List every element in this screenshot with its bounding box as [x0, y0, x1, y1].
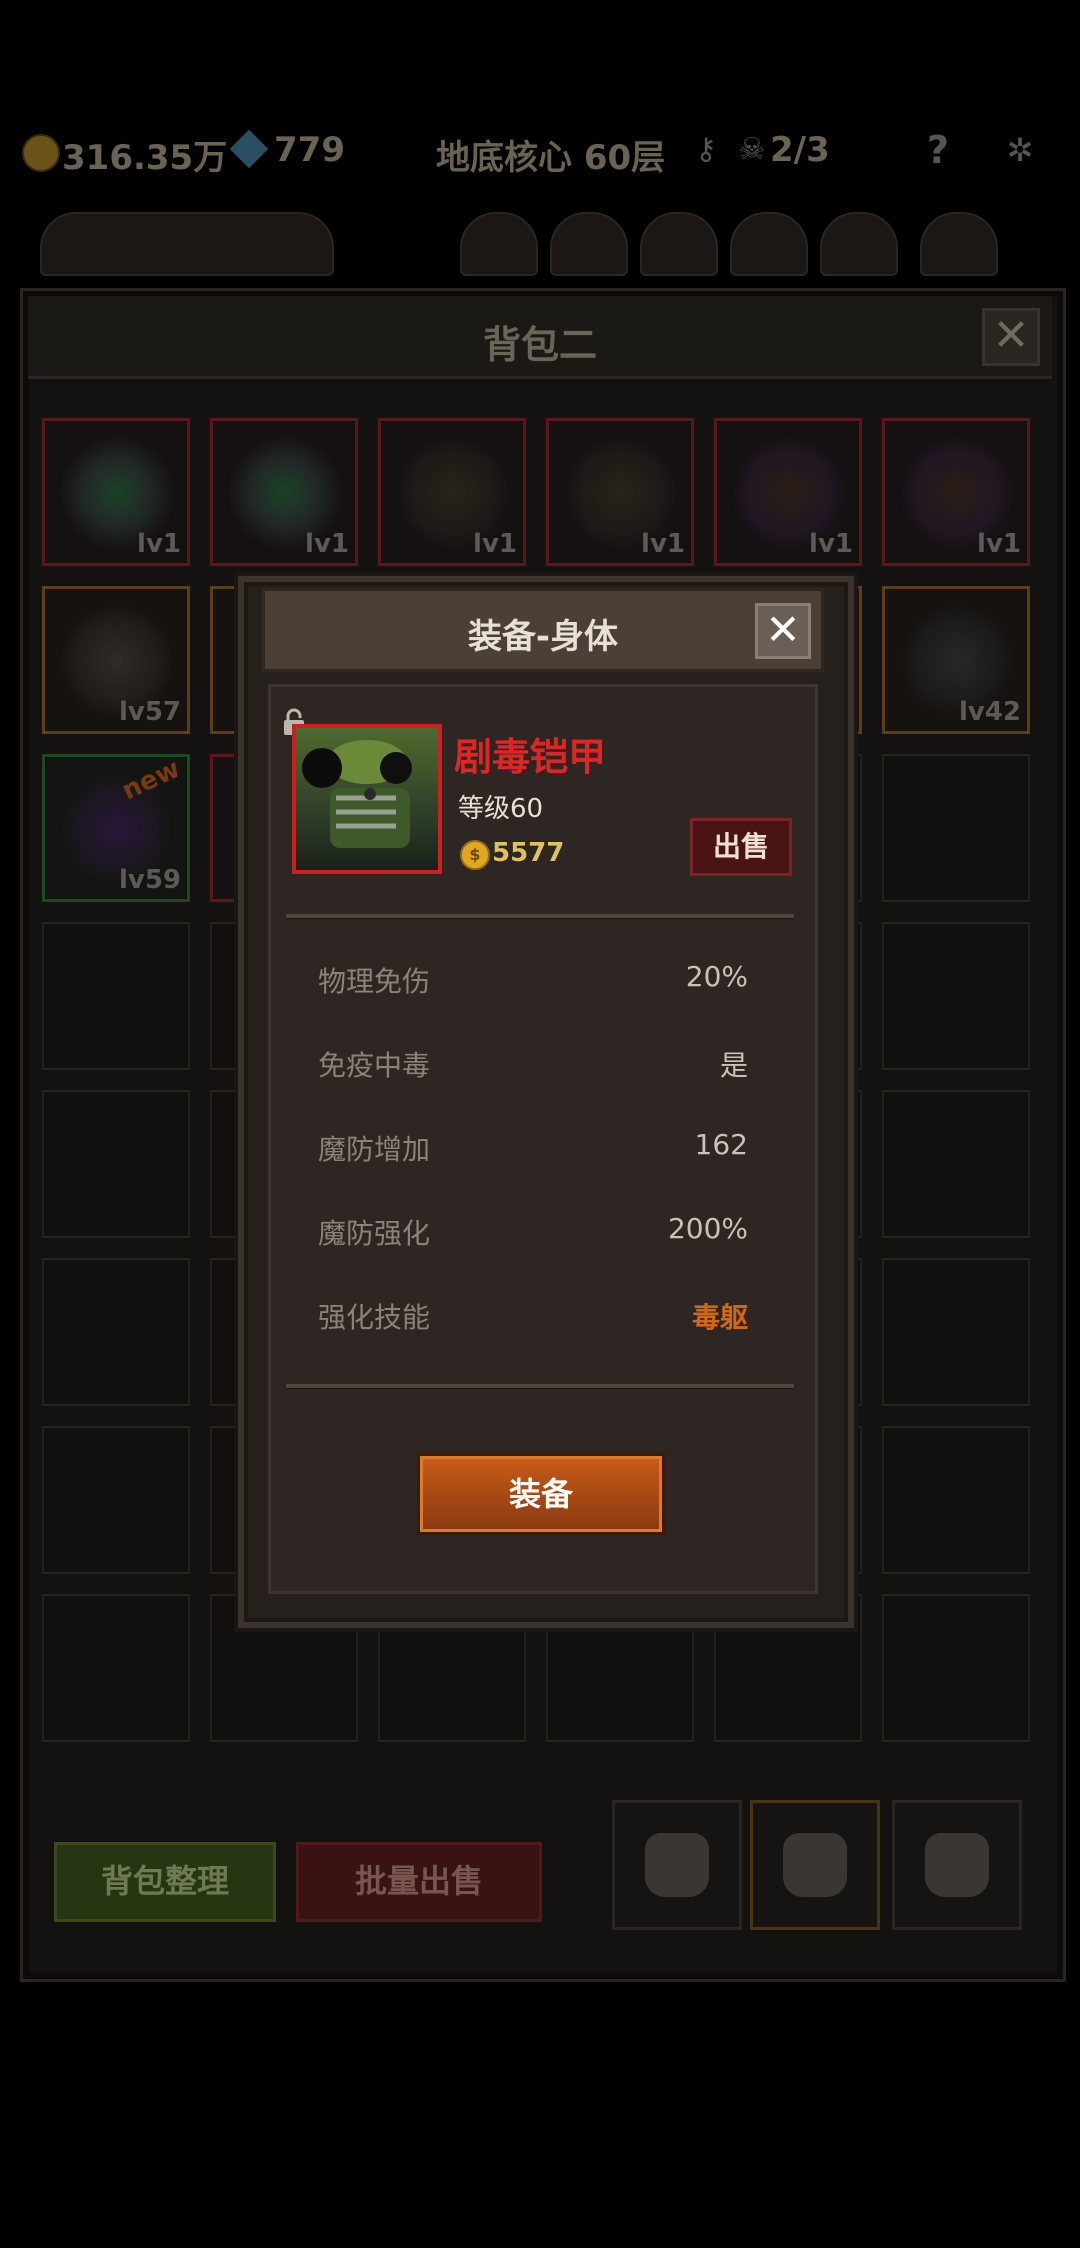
inventory-slot-empty[interactable] [882, 922, 1030, 1070]
backpack-title: 背包二 [482, 323, 597, 367]
key-icon: ⚷ [695, 132, 717, 167]
equipment-tab-strip [20, 200, 1060, 280]
slot-level: lv1 [977, 529, 1021, 559]
gold-coin-icon [22, 134, 60, 172]
stat-value: 162 [694, 1128, 748, 1161]
inventory-slot[interactable]: lv1 [882, 418, 1030, 566]
inventory-slot-empty[interactable] [42, 1594, 190, 1742]
help-icon[interactable]: ? [918, 130, 958, 170]
tab-slot-3[interactable] [640, 212, 718, 276]
inventory-slot[interactable]: lv57 [42, 586, 190, 734]
inventory-slot[interactable]: lv42 [882, 586, 1030, 734]
gold-coin-icon: $ [460, 840, 490, 870]
bag-icon [783, 1833, 847, 1897]
inventory-slot-empty[interactable] [882, 754, 1030, 902]
inventory-slot-empty[interactable] [882, 1258, 1030, 1406]
divider [286, 914, 794, 919]
inventory-slot-empty[interactable] [42, 1090, 190, 1238]
slot-level: lv1 [473, 529, 517, 559]
backpack-1-button[interactable] [612, 1800, 742, 1930]
backpack-2-button[interactable] [750, 1800, 880, 1930]
inventory-slot-empty[interactable] [42, 1426, 190, 1574]
stat-value: 200% [667, 1212, 748, 1245]
location-label: 地底核心 60层 [436, 138, 666, 178]
item-portrait [292, 724, 442, 874]
inventory-slot[interactable]: lv1 [714, 418, 862, 566]
tab-slot-6[interactable] [920, 212, 998, 276]
equip-button[interactable]: 装备 [420, 1456, 662, 1532]
gold-amount: 316.35万 [62, 138, 228, 178]
tab-slot-4[interactable] [730, 212, 808, 276]
tab-slot-5[interactable] [820, 212, 898, 276]
modal-header: 装备-身体 ✕ [262, 588, 824, 672]
item-level: 等级60 [458, 794, 544, 824]
inventory-slot[interactable]: lv1 [210, 418, 358, 566]
item-price: 5577 [492, 838, 565, 868]
item-name: 剧毒铠甲 [454, 735, 607, 779]
gem-amount: 779 [274, 130, 345, 170]
stat-label: 物理免伤 [318, 965, 431, 998]
bag-icon [645, 1833, 709, 1897]
modal-close-button[interactable]: ✕ [755, 603, 811, 659]
backpack-header: 背包二 ✕ [28, 296, 1052, 379]
skull-count: 2/3 [770, 130, 830, 170]
skull-icon: ☠ [738, 132, 766, 167]
skill-value[interactable]: 毒躯 [560, 1296, 748, 1336]
gem-icon [229, 129, 269, 169]
modal-title: 装备-身体 [467, 617, 619, 657]
bulk-sell-button[interactable]: 批量出售 [296, 1842, 542, 1922]
stat-value: 是 [719, 1049, 748, 1082]
stat-label: 魔防增加 [318, 1133, 431, 1166]
slot-level: lv42 [958, 697, 1021, 727]
backpack-close-button[interactable]: ✕ [982, 308, 1040, 366]
inventory-slot-empty[interactable] [882, 1426, 1030, 1574]
sell-button[interactable]: 出售 [690, 818, 792, 876]
poison-armor-icon [302, 740, 412, 848]
inventory-slot[interactable]: lv1 [378, 418, 526, 566]
bag-icon [925, 1833, 989, 1897]
stat-label: 强化技能 [318, 1301, 431, 1334]
inventory-slot[interactable]: lv1 [546, 418, 694, 566]
slot-level: lv57 [118, 697, 181, 727]
slot-level: lv1 [305, 529, 349, 559]
stat-value: 20% [685, 960, 748, 993]
inventory-slot[interactable]: new lv59 [42, 754, 190, 902]
slot-level: lv59 [118, 865, 181, 895]
slot-level: lv1 [137, 529, 181, 559]
slot-level: lv1 [641, 529, 685, 559]
top-status-bar: 316.35万 779 地底核心 60层 ⚷ ☠ 2/3 ? ✲ [0, 120, 1080, 182]
tab-slot-1[interactable] [460, 212, 538, 276]
inventory-slot-empty[interactable] [42, 1258, 190, 1406]
slot-level: lv1 [809, 529, 853, 559]
stat-label: 免疫中毒 [318, 1049, 431, 1082]
inventory-slot-empty[interactable] [42, 922, 190, 1070]
divider [286, 1384, 794, 1389]
inventory-slot-empty[interactable] [882, 1090, 1030, 1238]
tab-slot-2[interactable] [550, 212, 628, 276]
backpack-3-button[interactable] [892, 1800, 1022, 1930]
tab-hero[interactable] [40, 212, 334, 276]
inventory-slot[interactable]: lv1 [42, 418, 190, 566]
sort-backpack-button[interactable]: 背包整理 [54, 1842, 276, 1922]
stat-label: 魔防强化 [318, 1217, 431, 1250]
inventory-slot-empty[interactable] [882, 1594, 1030, 1742]
settings-icon[interactable]: ✲ [1000, 130, 1040, 170]
